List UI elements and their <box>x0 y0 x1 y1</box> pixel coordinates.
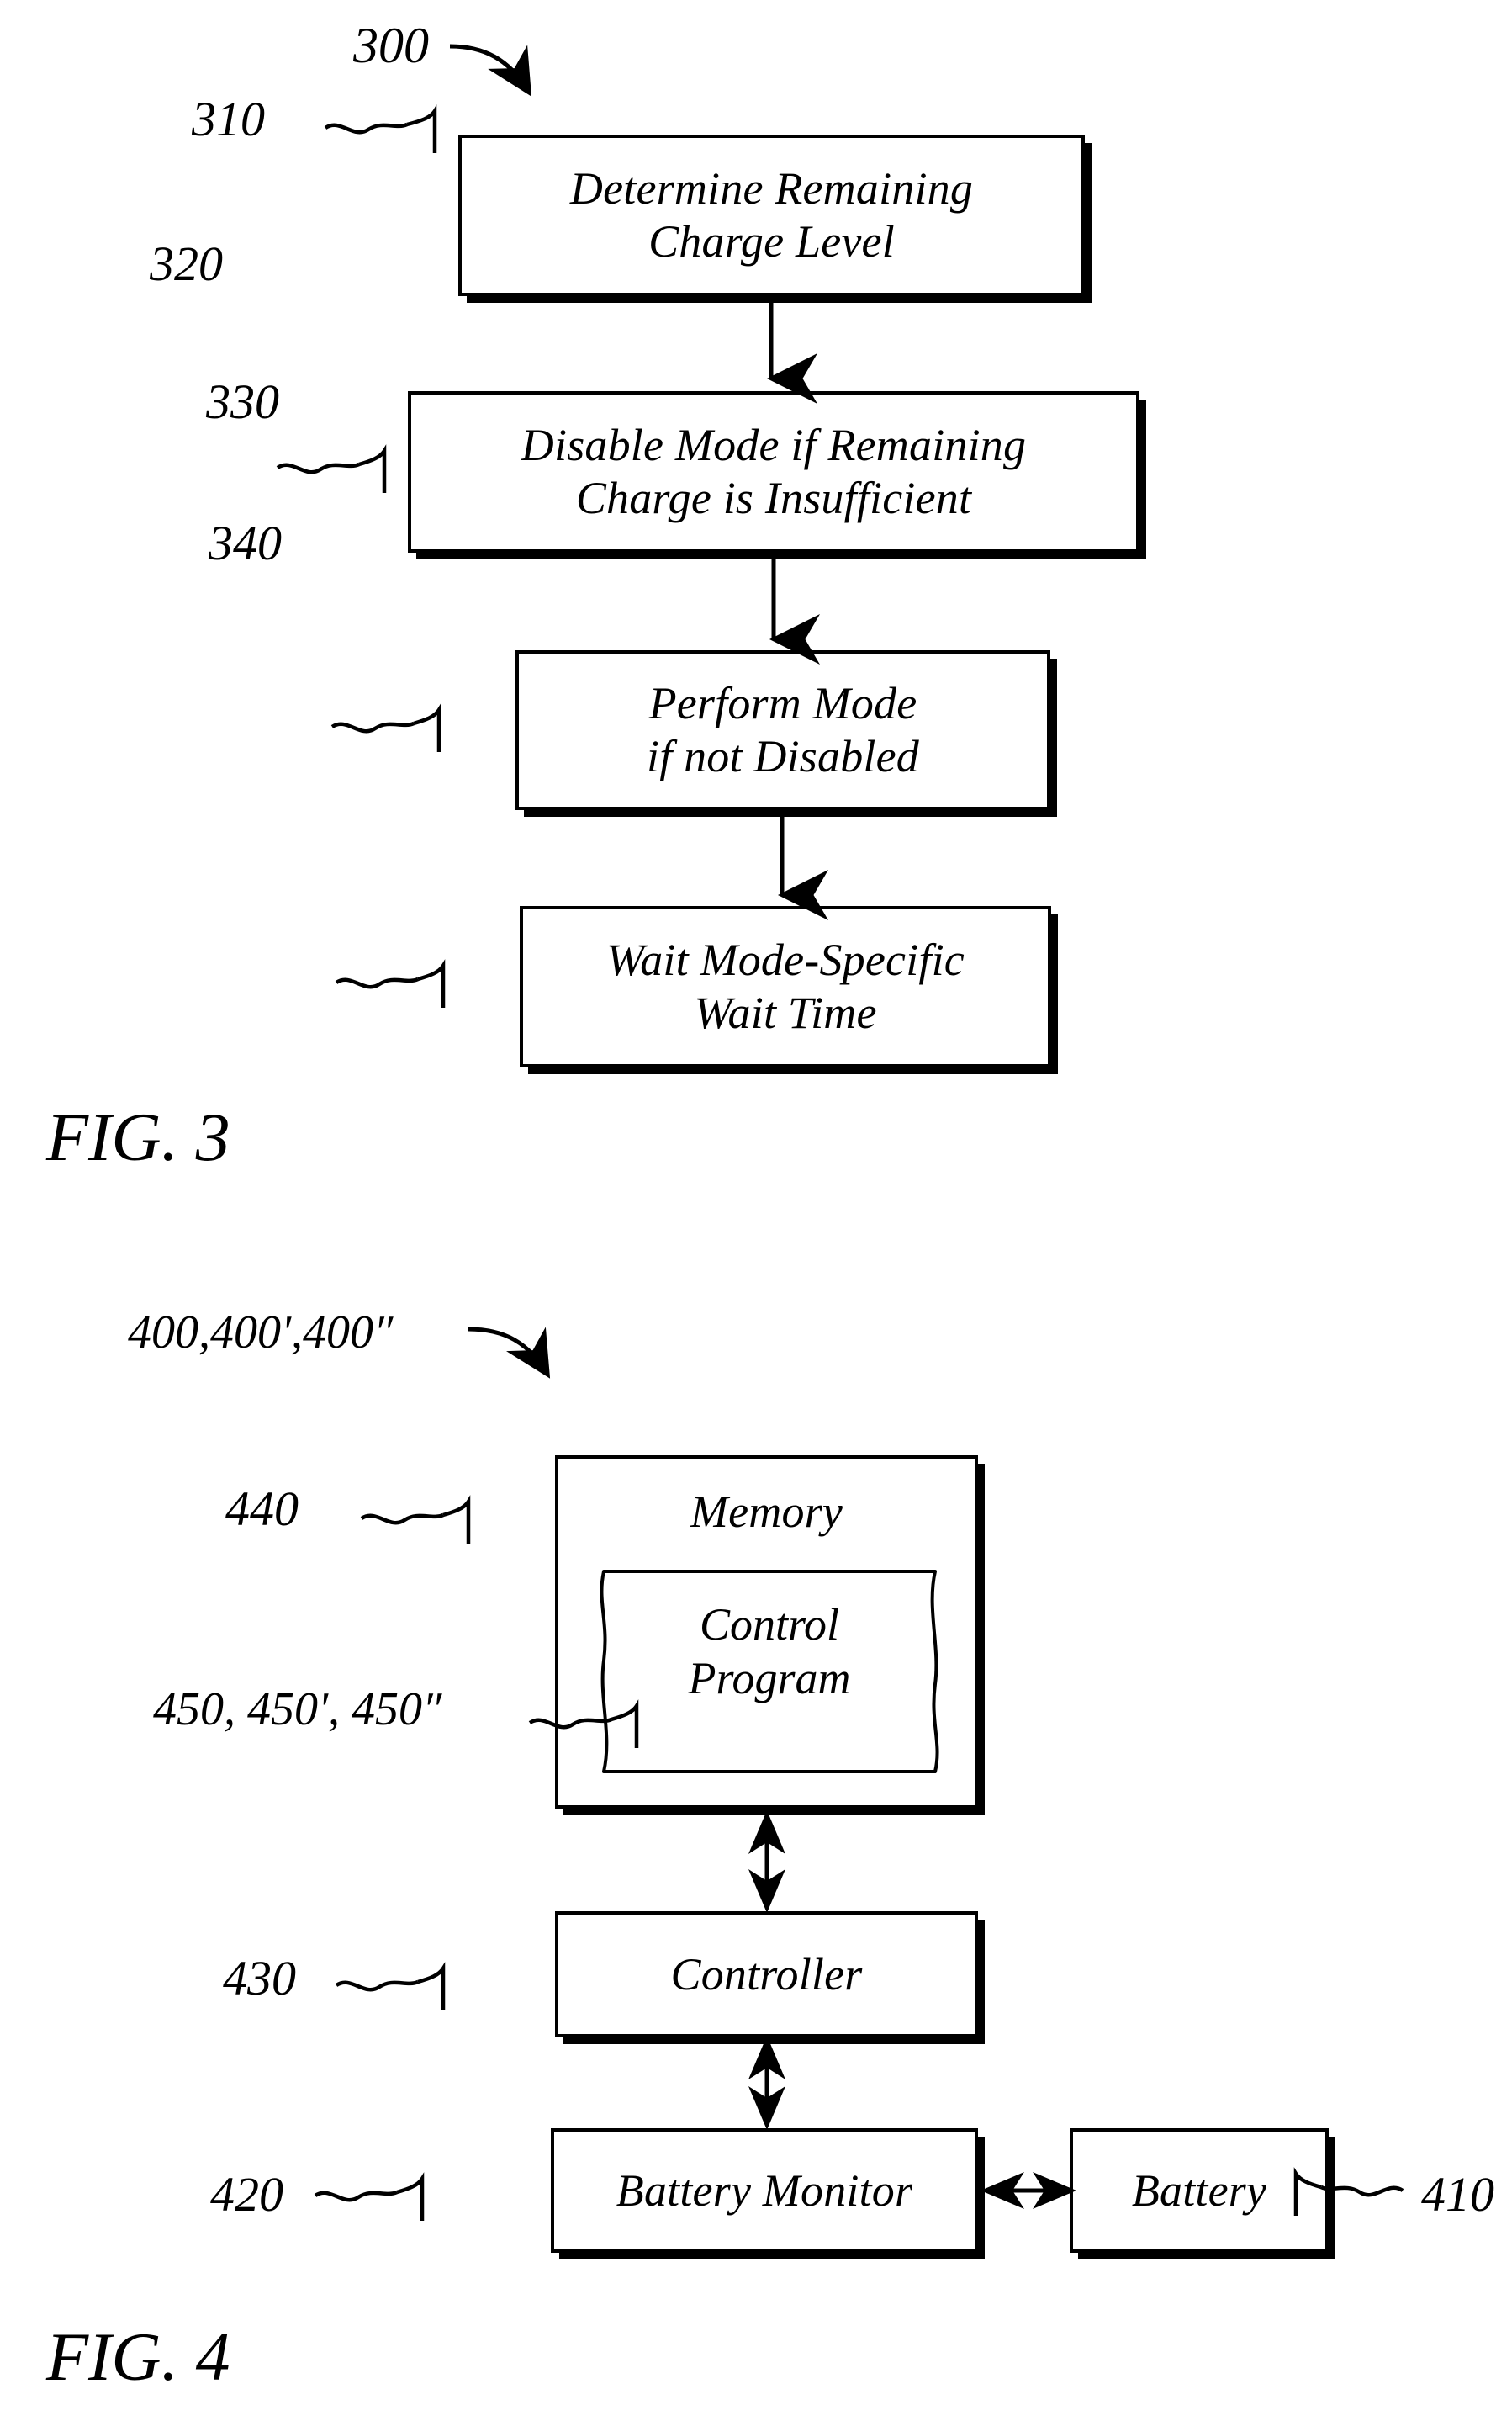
connector-overlay <box>276 44 1404 2221</box>
leader-line-320 <box>276 444 387 493</box>
leader-line-430 <box>335 1962 446 2010</box>
reference-numeral-340: 340 <box>209 516 282 570</box>
reference-numeral-440: 440 <box>225 1481 299 1536</box>
component-box-battery: Battery <box>1070 2128 1329 2253</box>
component-box-battery-label: Battery <box>1131 2164 1267 2216</box>
reference-numeral-430: 430 <box>223 1951 296 2005</box>
process-box-310: Determine Remaining Charge Level <box>458 135 1085 296</box>
component-box-controller-label: Controller <box>670 1948 863 2000</box>
process-box-320: Disable Mode if Remaining Charge is Insu… <box>408 391 1139 553</box>
leader-arrow-400 <box>468 1327 551 1379</box>
process-box-320-label: Disable Mode if Remaining Charge is Insu… <box>521 420 1027 523</box>
leader-arrow-300 <box>449 44 532 97</box>
reference-numeral-310: 310 <box>192 92 265 146</box>
process-box-330: Perform Mode if not Disabled <box>515 650 1050 810</box>
process-box-340-label: Wait Mode-Specific Wait Time <box>606 935 965 1038</box>
leader-line-310 <box>324 104 437 153</box>
leader-line-340 <box>335 959 446 1008</box>
control-program-label: Control Program <box>688 1599 851 1703</box>
reference-numeral-330: 330 <box>206 374 279 429</box>
bidir-arrow-memory-controller <box>748 1810 785 1913</box>
bidir-arrow-controller-battery-monitor <box>748 2036 785 2130</box>
process-box-340: Wait Mode-Specific Wait Time <box>520 906 1051 1067</box>
component-box-battery-monitor: Battery Monitor <box>551 2128 978 2253</box>
bidir-arrow-battery-monitor-battery <box>981 2172 1076 2209</box>
reference-numeral-300: 300 <box>353 18 429 73</box>
component-box-memory-label: Memory <box>690 1486 843 1537</box>
reference-numeral-400: 400,400',400″ <box>128 1306 394 1359</box>
reference-numeral-410: 410 <box>1421 2167 1494 2222</box>
leader-line-330 <box>330 703 441 752</box>
process-box-330-label: Perform Mode if not Disabled <box>647 678 919 781</box>
reference-numeral-320: 320 <box>150 236 223 291</box>
reference-numeral-420: 420 <box>210 2167 283 2222</box>
figure-caption-4: FIG. 4 <box>46 2318 230 2395</box>
figure-caption-3: FIG. 3 <box>46 1099 230 1175</box>
component-box-controller: Controller <box>555 1911 978 2037</box>
process-box-310-label: Determine Remaining Charge Level <box>569 163 974 267</box>
reference-numeral-450: 450, 450', 450″ <box>153 1683 442 1735</box>
leader-line-420 <box>314 2172 425 2221</box>
component-box-battery-monitor-label: Battery Monitor <box>616 2164 913 2216</box>
leader-line-440 <box>360 1495 471 1544</box>
patent-figure-sheet: 300 Determine Remaining Charge Level 310… <box>0 0 1512 2421</box>
